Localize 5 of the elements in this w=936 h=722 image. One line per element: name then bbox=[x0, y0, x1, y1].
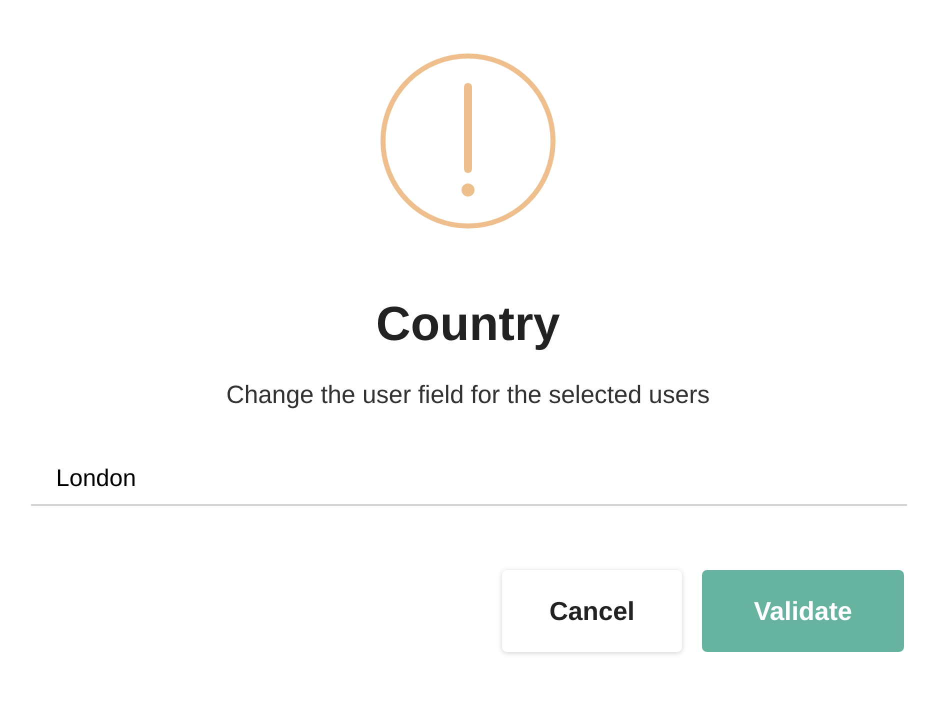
dialog-title: Country bbox=[376, 301, 560, 349]
cancel-button[interactable]: Cancel bbox=[502, 570, 682, 652]
warning-icon bbox=[380, 53, 556, 229]
dialog-message: Change the user field for the selected users bbox=[226, 383, 710, 408]
input-field[interactable]: London bbox=[31, 454, 907, 506]
